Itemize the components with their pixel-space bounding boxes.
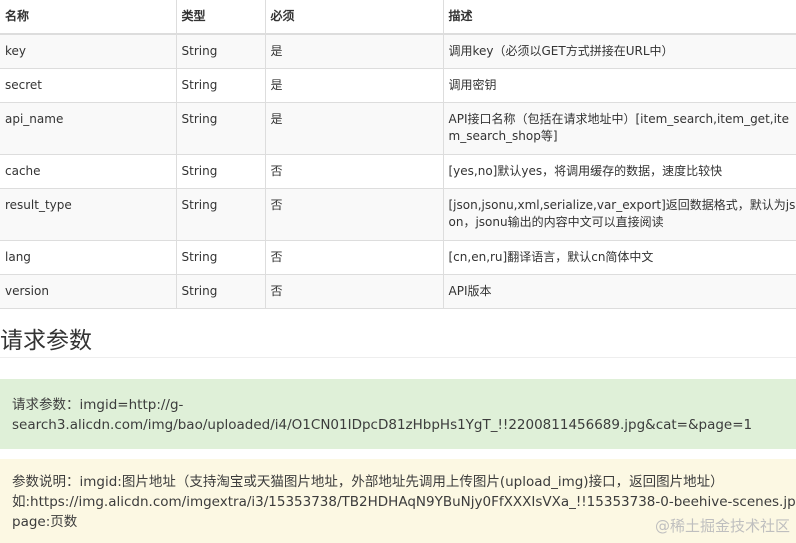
header-name: 名称	[0, 0, 177, 35]
cell-type: String	[176, 188, 266, 241]
cell-required: 否	[265, 274, 444, 309]
cell-type: String	[176, 240, 266, 275]
table-row: secret String 是 调用密钥	[0, 68, 796, 103]
cell-name: secret	[0, 68, 177, 103]
request-example-box: 请求参数：imgid=http://g- search3.alicdn.com/…	[0, 379, 796, 449]
cell-description: [yes,no]默认yes，将调用缓存的数据，速度比较快	[443, 154, 796, 189]
cell-description: API版本	[443, 274, 796, 309]
request-example-line: 请求参数：imgid=http://g-	[12, 397, 184, 413]
table-row: key String 是 调用key（必须以GET方式拼接在URL中）	[0, 34, 796, 69]
cell-name: key	[0, 34, 177, 69]
cell-name: cache	[0, 154, 177, 189]
cell-description: [cn,en,ru]翻译语言，默认cn简体中文	[443, 240, 796, 275]
header-required: 必须	[265, 0, 444, 35]
cell-description: 调用密钥	[443, 68, 796, 103]
table-row: result_type String 否 [json,jsonu,xml,ser…	[0, 188, 796, 241]
request-example-line: search3.alicdn.com/img/bao/uploaded/i4/O…	[12, 417, 753, 433]
header-description: 描述	[443, 0, 796, 35]
table-row: api_name String 是 API接口名称（包括在请求地址中）[item…	[0, 102, 796, 155]
cell-required: 否	[265, 188, 444, 241]
cell-description: API接口名称（包括在请求地址中）[item_search,item_get,i…	[443, 102, 796, 155]
table-row: cache String 否 [yes,no]默认yes，将调用缓存的数据，速度…	[0, 154, 796, 189]
cell-required: 是	[265, 68, 444, 103]
cell-required: 否	[265, 240, 444, 275]
cell-type: String	[176, 102, 266, 155]
cell-type: String	[176, 154, 266, 189]
watermark: @稀土掘金技术社区	[654, 517, 790, 535]
cell-name: result_type	[0, 188, 177, 241]
cell-description: [json,jsonu,xml,serialize,var_export]返回数…	[443, 188, 796, 241]
section-title: 请求参数	[0, 328, 92, 354]
cell-type: String	[176, 68, 266, 103]
table-header-row: 名称 类型 必须 描述	[0, 0, 796, 35]
cell-name: lang	[0, 240, 177, 275]
cell-type: String	[176, 34, 266, 69]
param-explanation-line: 如:https://img.alicdn.com/imgextra/i3/153…	[12, 494, 796, 510]
table-row: lang String 否 [cn,en,ru]翻译语言，默认cn简体中文	[0, 240, 796, 275]
cell-description: 调用key（必须以GET方式拼接在URL中）	[443, 34, 796, 69]
cell-type: String	[176, 274, 266, 309]
cell-required: 否	[265, 154, 444, 189]
params-table: 名称 类型 必须 描述 key String 是 调用key（必须以GET方式拼…	[0, 0, 796, 309]
cell-name: api_name	[0, 102, 177, 155]
section-divider	[0, 357, 796, 358]
cell-required: 是	[265, 102, 444, 155]
header-type: 类型	[176, 0, 266, 35]
param-explanation-line: 参数说明：imgid:图片地址（支持淘宝或天猫图片地址，外部地址先调用上传图片(…	[12, 474, 724, 490]
cell-required: 是	[265, 34, 444, 69]
table-row: version String 否 API版本	[0, 274, 796, 309]
cell-name: version	[0, 274, 177, 309]
